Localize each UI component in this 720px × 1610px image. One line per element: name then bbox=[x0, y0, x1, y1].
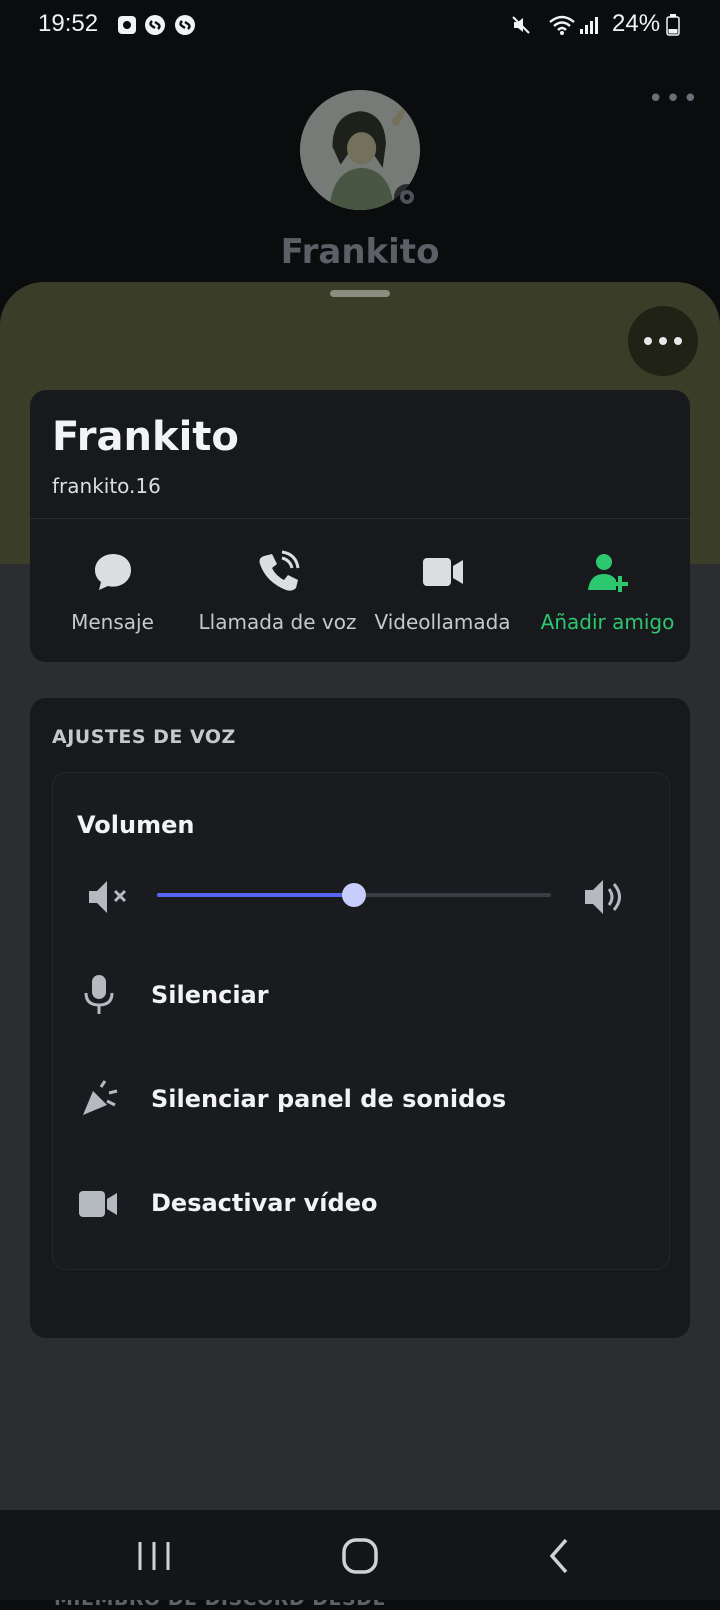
voice-settings-panel: Volumen Silenciar Silenciar panel de son… bbox=[52, 772, 670, 1270]
message-icon bbox=[94, 554, 131, 590]
message-button[interactable]: Mensaje bbox=[30, 550, 195, 634]
video-call-button[interactable]: Videollamada bbox=[360, 550, 525, 634]
more-icon bbox=[644, 337, 652, 345]
volume-mute-icon[interactable] bbox=[87, 877, 131, 917]
back-icon[interactable] bbox=[538, 1534, 582, 1578]
volume-up-icon[interactable] bbox=[583, 875, 627, 919]
add-friend-label: Añadir amigo bbox=[540, 610, 675, 634]
battery-icon bbox=[666, 14, 680, 36]
status-time: 19:52 bbox=[38, 10, 99, 37]
phone-icon bbox=[259, 550, 299, 591]
background-display-name: Frankito bbox=[280, 232, 440, 272]
battery-percentage: 24% bbox=[612, 10, 661, 37]
disable-video-row-label[interactable]: Desactivar vídeo bbox=[151, 1189, 377, 1217]
add-friend-icon bbox=[587, 554, 628, 592]
add-friend-button[interactable]: Añadir amigo bbox=[525, 550, 690, 634]
home-icon[interactable] bbox=[338, 1534, 382, 1578]
mute-soundboard-row-label[interactable]: Silenciar panel de sonidos bbox=[151, 1085, 506, 1113]
shazam-icon bbox=[175, 15, 195, 35]
voice-call-button[interactable]: Llamada de voz bbox=[195, 550, 360, 634]
recent-apps-icon[interactable] bbox=[132, 1534, 176, 1578]
display-name: Frankito bbox=[52, 414, 239, 460]
voice-call-label: Llamada de voz bbox=[198, 610, 357, 634]
voice-settings-card: AJUSTES DE VOZ Volumen Silenciar Silenci… bbox=[30, 698, 690, 1338]
video-icon bbox=[79, 1191, 117, 1217]
signal-icon bbox=[580, 17, 598, 34]
background-more-icon[interactable]: ••• bbox=[648, 84, 700, 114]
system-nav-bar bbox=[0, 1510, 720, 1600]
volume-slider-handle[interactable] bbox=[342, 883, 366, 907]
microphone-icon bbox=[84, 975, 114, 1014]
drag-handle[interactable] bbox=[330, 290, 390, 297]
message-label: Mensaje bbox=[71, 610, 154, 634]
video-icon bbox=[422, 558, 463, 586]
profile-card: Frankito frankito.16 Mensaje Llamada de … bbox=[30, 390, 690, 662]
shazam-icon bbox=[145, 15, 165, 35]
mute-icon bbox=[512, 16, 530, 34]
mute-row-label[interactable]: Silenciar bbox=[151, 981, 269, 1009]
background-status-indicator bbox=[394, 184, 420, 210]
notification-icon bbox=[118, 16, 136, 34]
volume-label: Volumen bbox=[77, 811, 195, 839]
volume-slider-fill bbox=[157, 893, 354, 897]
status-bar: 19:52 24% bbox=[0, 0, 720, 52]
video-call-label: Videollamada bbox=[374, 610, 511, 634]
voice-settings-title: AJUSTES DE VOZ bbox=[52, 726, 236, 748]
soundboard-icon bbox=[83, 1080, 118, 1115]
more-options-button[interactable] bbox=[628, 306, 698, 376]
username: frankito.16 bbox=[52, 474, 161, 498]
wifi-icon bbox=[549, 15, 575, 35]
divider bbox=[30, 518, 690, 519]
